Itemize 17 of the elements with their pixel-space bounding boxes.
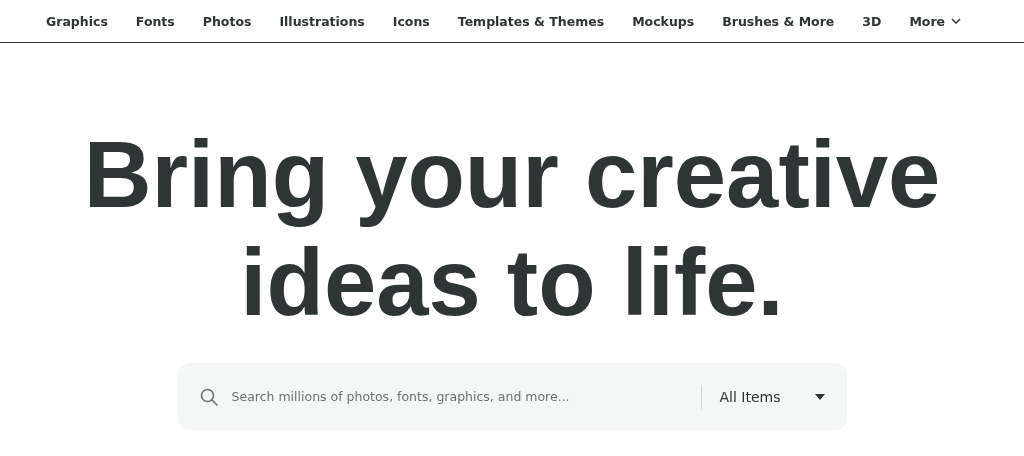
nav-link[interactable]: More (909, 13, 962, 29)
nav-link[interactable]: Templates & Themes (457, 13, 605, 29)
search-icon (199, 387, 218, 406)
caret-icon (814, 393, 825, 400)
nav-link[interactable]: Fonts (135, 13, 175, 29)
nav-link[interactable]: Icons (392, 13, 430, 29)
headline: Bring your creative ideas to life. (82, 121, 942, 337)
nav-link[interactable]: Photos (202, 13, 252, 29)
nav-link[interactable]: Mockups (632, 13, 695, 29)
search-bar[interactable]: Search millions of photos, fonts, graphics, and more... All Items (177, 363, 847, 430)
nav-link[interactable]: Brushes & More (722, 13, 835, 29)
nav-link[interactable]: Graphics (46, 13, 108, 29)
nav-link[interactable]: 3D (862, 13, 882, 29)
chevron-icon (951, 18, 962, 24)
category-dropdown[interactable]: All Items (719, 388, 825, 405)
search-field[interactable]: Search millions of photos, fonts, graphics, and more... (229, 388, 683, 405)
nav-link[interactable]: Illustrations (279, 13, 365, 29)
